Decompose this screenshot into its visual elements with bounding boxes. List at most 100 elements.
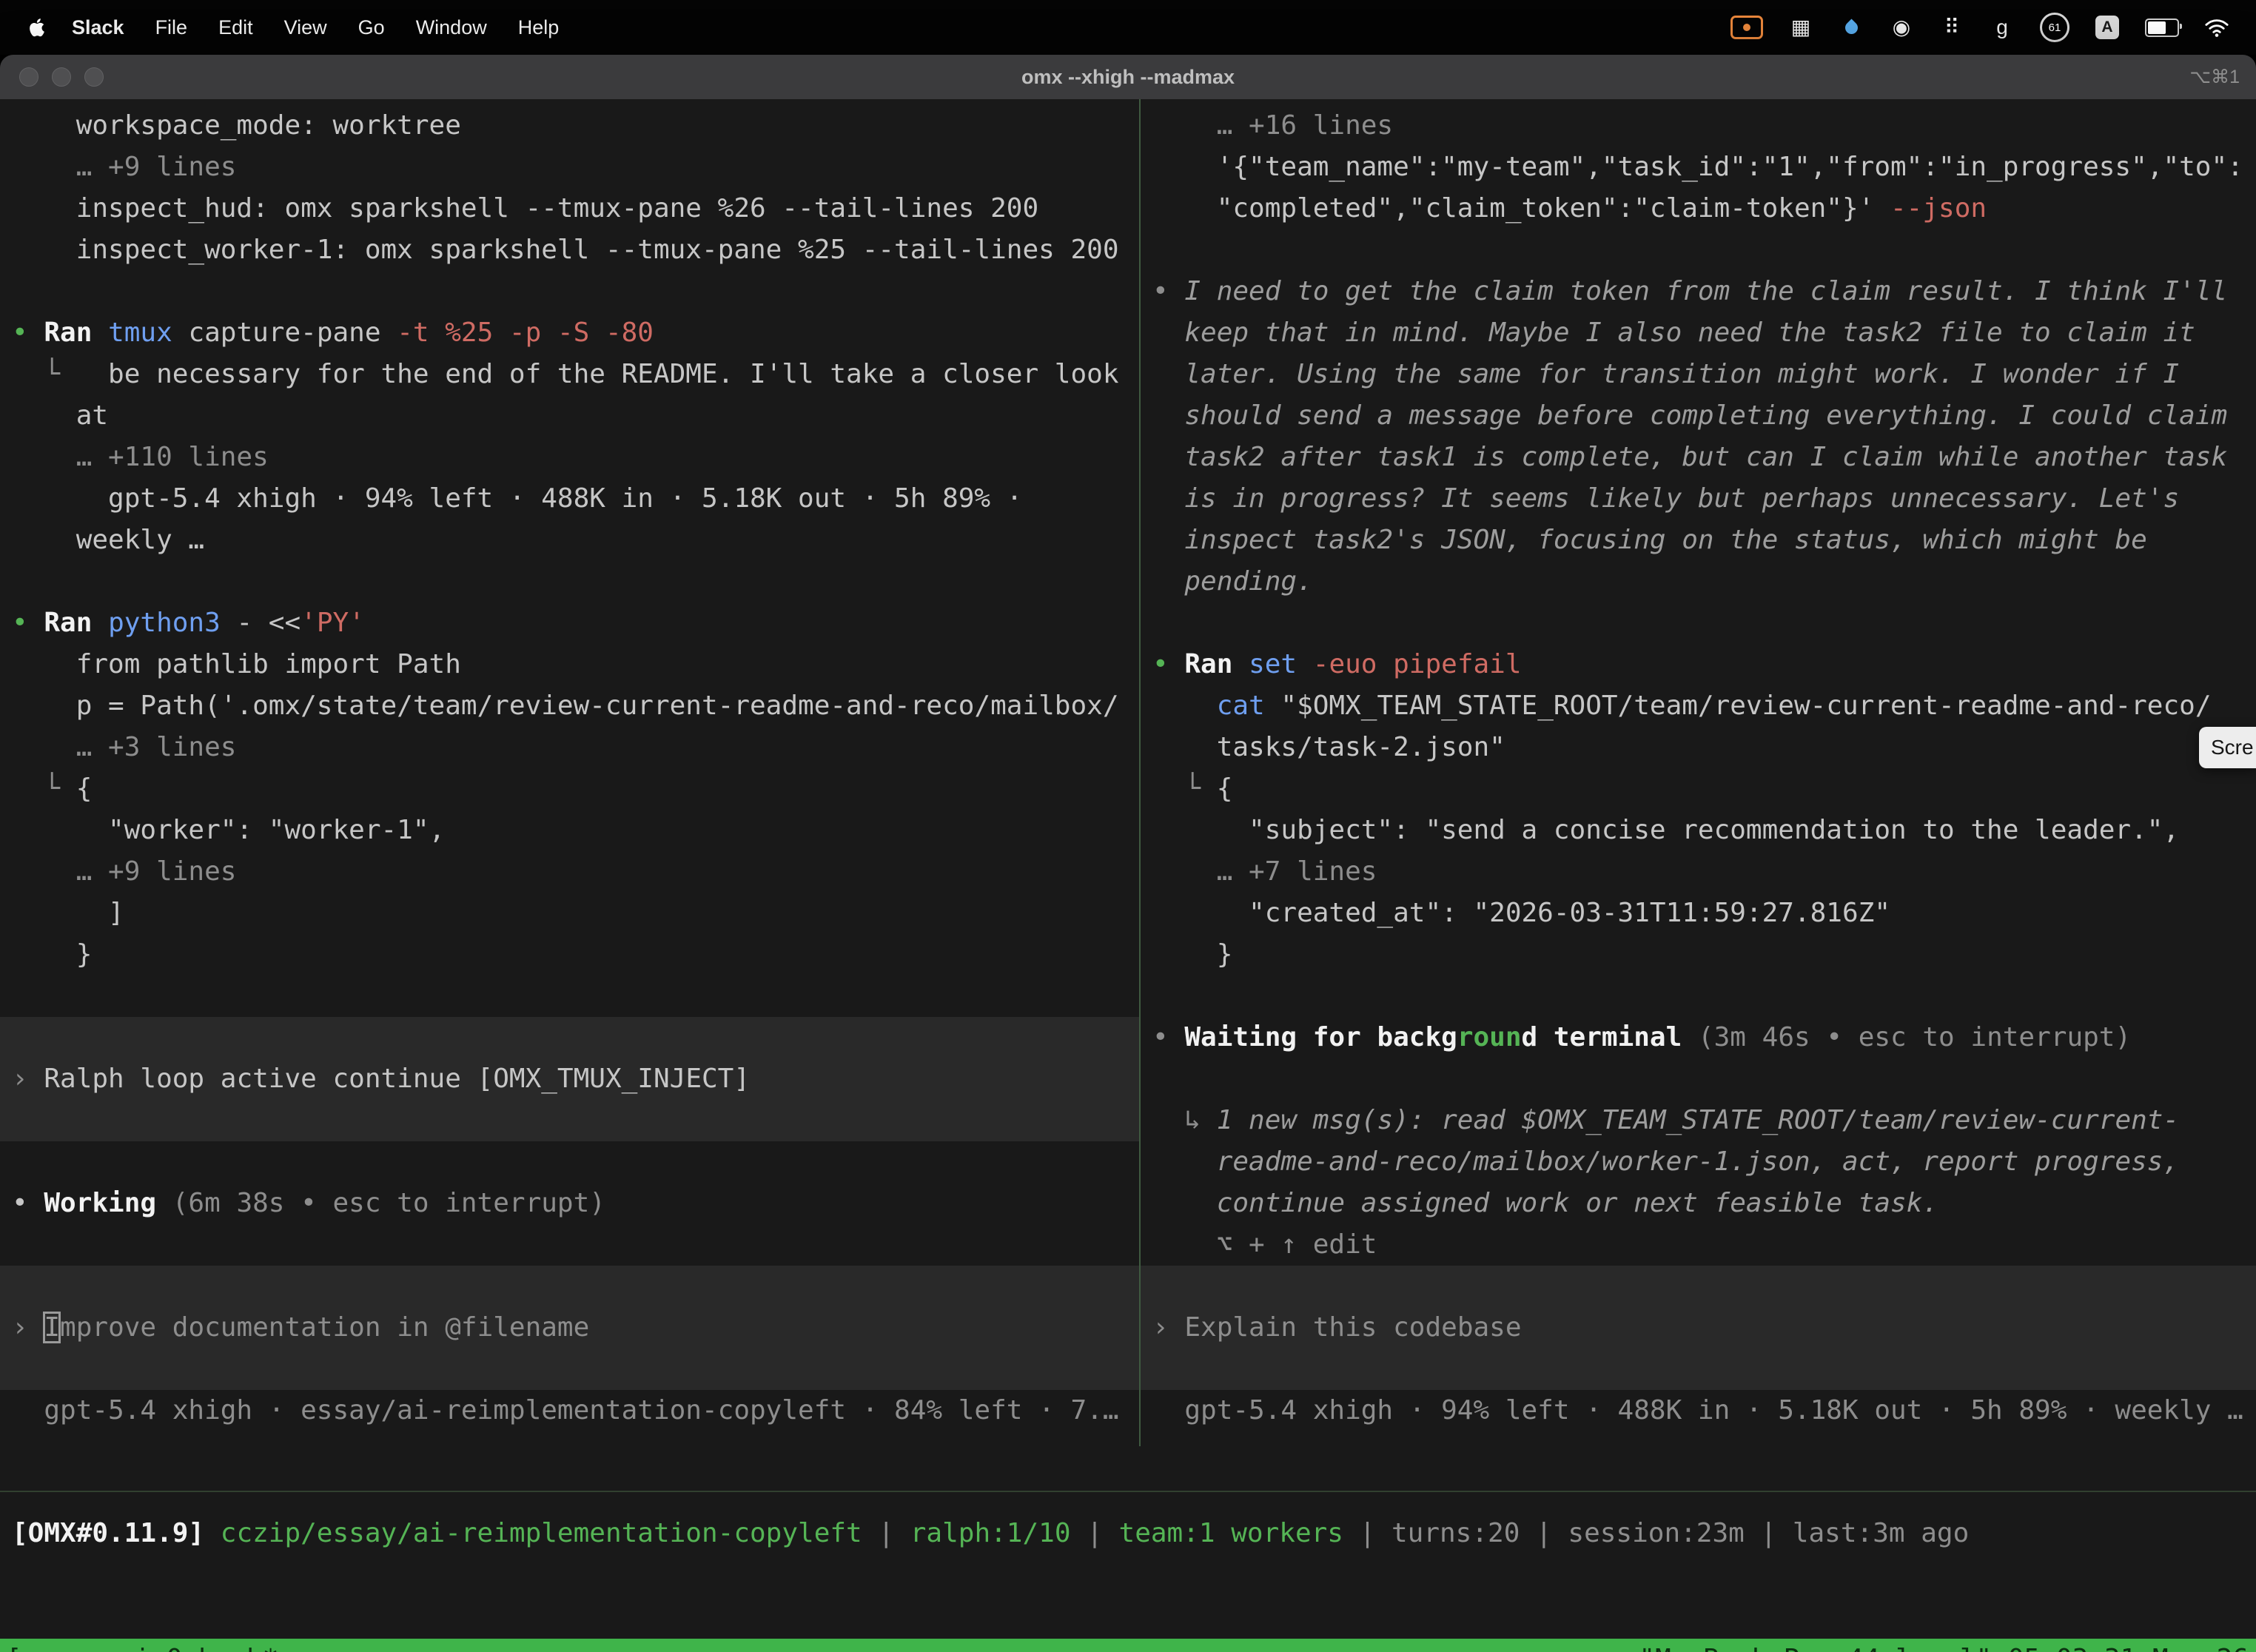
screen: { "menu_bar": { "app_name": "Slack", "me… — [0, 0, 2256, 1652]
menu-help[interactable]: Help — [503, 16, 575, 39]
terminal-line: … +16 lines — [1152, 105, 2256, 147]
text-segment: I need to get the claim token from the c… — [1184, 276, 2227, 306]
text-segment: inspect_hud: omx sparkshell --tmux-pane … — [12, 193, 1038, 224]
terminal-pane-left[interactable]: workspace_mode: worktree … +9 lines insp… — [0, 99, 1139, 1446]
text-segment: └ — [12, 773, 76, 804]
active-app-menu[interactable]: Slack — [56, 16, 140, 39]
text-segment: task2 after task1 is complete, but can I… — [1152, 442, 2227, 472]
terminal-line: … +9 lines — [12, 147, 1139, 188]
text-segment: { — [76, 773, 93, 804]
prompt-input[interactable]: › Improve documentation in @filename — [0, 1266, 1139, 1390]
screen-recording-icon[interactable] — [1730, 13, 1763, 42]
text-segment: python3 — [108, 608, 236, 638]
apple-menu[interactable] — [25, 13, 56, 42]
terminal-line: … +9 lines — [12, 851, 1139, 893]
text-segment: { — [1217, 773, 1233, 804]
text-segment: "$OMX_TEAM_STATE_ROOT/team/review-curren… — [1280, 691, 2211, 721]
terminal-line: "completed","claim_token":"claim-token"}… — [1152, 188, 2256, 229]
text-segment: Ralph loop active continue [OMX_TMUX_INJ… — [44, 1064, 750, 1094]
text-segment: Explain this codebase — [1184, 1312, 1521, 1343]
text-segment: ] — [12, 898, 124, 928]
blank-line — [12, 561, 1139, 602]
text-segment: cat — [1217, 691, 1281, 721]
text-segment: be necessary for the end of the README. … — [108, 359, 1118, 389]
input-source-icon[interactable]: A — [2095, 13, 2120, 42]
text-segment: } — [1152, 939, 1232, 970]
menu-file[interactable]: File — [140, 16, 204, 39]
pane-bottom-separator — [0, 1491, 2256, 1492]
text-segment: 'PY' — [301, 608, 365, 638]
text-segment: Ran — [44, 318, 108, 348]
text-segment: gpt-5.4 xhigh · 94% left · 488K in · 5.1… — [12, 483, 1022, 514]
text-segment: (6m 38s • esc to interrupt) — [172, 1188, 605, 1218]
text-segment: d terminal — [1522, 1022, 1698, 1052]
prompt-input[interactable]: › Explain this codebase — [1141, 1266, 2256, 1390]
terminal-line: tasks/task-2.json" — [1152, 727, 2256, 768]
terminal-line: gpt-5.4 xhigh · 94% left · 488K in · 5.1… — [12, 478, 1139, 520]
text-segment: -euo pipefail — [1313, 649, 1522, 679]
menu-go[interactable]: Go — [343, 16, 400, 39]
text-segment: Ran — [44, 608, 108, 638]
text-segment: roun — [1457, 1022, 1522, 1052]
text-segment: pending. — [1152, 566, 1313, 597]
text-segment: workspace_mode: worktree — [12, 110, 461, 141]
terminal-line: cat "$OMX_TEAM_STATE_ROOT/team/review-cu… — [1152, 685, 2256, 727]
tmux-session-label: [omx-cczip0:bash* — [0, 1639, 278, 1652]
text-segment: • — [1152, 276, 1184, 306]
text-segment: Ran — [1184, 649, 1249, 679]
wifi-icon[interactable] — [2204, 13, 2229, 42]
status-icons: ▦ ◉ ⠿ g 61 A — [1730, 13, 2256, 42]
text-segment: tasks/task-2.json" — [1152, 732, 1505, 762]
text-segment: cczip/essay/ai-reimplementation-copyleft — [221, 1518, 862, 1548]
text-segment: inspect task2's JSON, focusing on the st… — [1152, 525, 2147, 555]
terminal-window: omx --xhigh --madmax ⌥⌘1 workspace_mode:… — [0, 55, 2256, 1652]
water-drop-icon[interactable] — [1839, 13, 1864, 42]
text-segment: "completed","claim_token":"claim-token"}… — [1152, 193, 1890, 224]
tmux-status-bar: [omx-cczip0:bash* "MacBook-Pro-44.local"… — [0, 1639, 2256, 1652]
screenshot-overlay[interactable]: Scre — [2199, 727, 2256, 768]
waiting-status-line: • Waiting for background terminal (3m 46… — [1152, 1017, 2256, 1058]
text-segment: } — [12, 939, 92, 970]
terminal-line: inspect_worker-1: omx sparkshell --tmux-… — [12, 229, 1139, 271]
thinking-line: inspect task2's JSON, focusing on the st… — [1152, 520, 2256, 561]
window-title-bar[interactable]: omx --xhigh --madmax ⌥⌘1 — [0, 55, 2256, 100]
menu-edit[interactable]: Edit — [203, 16, 269, 39]
terminal-line: └ be necessary for the end of the README… — [12, 354, 1139, 395]
text-segment: team:1 workers — [1119, 1518, 1343, 1548]
menu-window[interactable]: Window — [400, 16, 503, 39]
text-segment: '{"team_name":"my-team","task_id":"1","f… — [1152, 152, 2243, 182]
text-segment: … +9 lines — [12, 856, 236, 887]
window-grid-icon[interactable]: ▦ — [1788, 13, 1813, 42]
terminal-content: workspace_mode: worktree … +9 lines insp… — [0, 99, 2256, 1652]
terminal-line: } — [1152, 934, 2256, 976]
text-segment: [OMX#0.11.9] — [12, 1518, 221, 1548]
terminal-line: inspect_hud: omx sparkshell --tmux-pane … — [12, 188, 1139, 229]
text-segment: "subject": "send a concise recommendatio… — [1152, 815, 2179, 845]
text-segment: p = Path('.omx/state/team/review-current… — [12, 691, 1119, 721]
terminal-pane-right[interactable]: … +16 lines '{"team_name":"my-team","tas… — [1141, 99, 2256, 1446]
menu-view[interactable]: View — [269, 16, 343, 39]
battery-icon[interactable] — [2145, 13, 2179, 42]
omx-status-bar: [OMX#0.11.9] cczip/essay/ai-reimplementa… — [0, 1513, 2256, 1554]
text-segment: ↳ — [1152, 1105, 1217, 1135]
text-segment: "created_at": "2026-03-31T11:59:27.816Z" — [1152, 898, 1890, 928]
menu-bar: Slack FileEditViewGoWindowHelp ▦ ◉ ⠿ g 61 A — [0, 0, 2256, 55]
text-segment: should send a message before completing … — [1152, 400, 2227, 431]
blank-line — [1152, 976, 2256, 1017]
thinking-line: pending. — [1152, 561, 2256, 602]
pane-footer: gpt-5.4 xhigh · 94% left · 488K in · 5.1… — [1152, 1390, 2256, 1431]
g-app-icon[interactable]: g — [1990, 13, 2015, 42]
dots-grid-icon[interactable]: ⠿ — [1939, 13, 1964, 42]
text-segment: "worker": "worker-1", — [12, 815, 445, 845]
injected-message-band[interactable]: › Ralph loop active continue [OMX_TMUX_I… — [0, 1017, 1139, 1141]
terminal-line: … +3 lines — [12, 727, 1139, 768]
blank-line — [12, 1141, 1139, 1183]
thinking-line: keep that in mind. Maybe I also need the… — [1152, 312, 2256, 354]
blank-line — [12, 271, 1139, 312]
circular-61-icon[interactable]: 61 — [2040, 13, 2069, 42]
terminal-line: from pathlib import Path — [12, 644, 1139, 685]
text-segment: weekly … — [12, 525, 204, 555]
terminal-line: p = Path('.omx/state/team/review-current… — [12, 685, 1139, 727]
disc-icon[interactable]: ◉ — [1889, 13, 1914, 42]
text-segment: | turns:20 | session:23m | last:3m ago — [1343, 1518, 1969, 1548]
